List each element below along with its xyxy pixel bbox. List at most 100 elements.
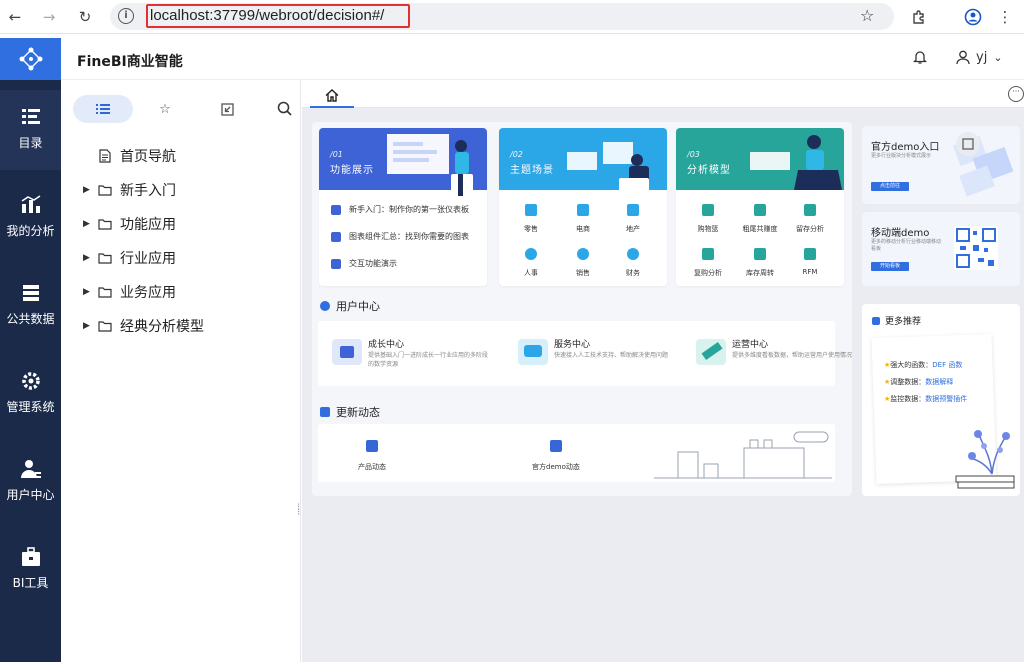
caret-right-icon[interactable]: ▶ <box>83 321 95 331</box>
tab-recent[interactable] <box>197 95 257 123</box>
model-item[interactable]: 购物篮 <box>688 204 728 234</box>
bar-chart-icon <box>754 204 766 216</box>
basket-icon <box>702 204 714 216</box>
tree-item-label: 首页导航 <box>120 149 176 165</box>
model-item[interactable]: 粗尾共赚度 <box>740 204 780 234</box>
user-menu[interactable]: yj ⌄ <box>956 50 1003 65</box>
book-icon <box>872 316 880 325</box>
tab-list[interactable] <box>73 95 133 123</box>
caret-right-icon[interactable]: ▶ <box>83 253 95 263</box>
tab-favorites[interactable]: ☆ <box>135 95 195 123</box>
uc-title: 运营中心 <box>732 340 769 350</box>
theme-item[interactable]: 地产 <box>613 204 653 234</box>
tree-item-label: 业务应用 <box>120 285 176 301</box>
demo-news-link[interactable]: 官方demo动态 <box>532 440 580 472</box>
tree-item-beginner[interactable]: ▶ 新手入门 <box>83 179 176 201</box>
building-icon <box>627 204 639 216</box>
theme-item[interactable]: 零售 <box>511 204 551 234</box>
card-link-row[interactable]: 交互功能演示 <box>331 258 397 269</box>
news-box: 产品动态 官方demo动态 <box>318 424 835 482</box>
theme-item[interactable]: 销售 <box>563 248 603 278</box>
tab-home[interactable] <box>310 84 354 108</box>
rfm-chart-icon <box>804 248 816 260</box>
reload-icon[interactable]: ↻ <box>74 6 96 28</box>
model-item[interactable]: 复购分析 <box>688 248 728 278</box>
caret-right-icon[interactable]: ▶ <box>83 185 95 195</box>
back-icon[interactable]: ← <box>4 6 26 28</box>
recommend-link[interactable]: DEF 函数 <box>932 361 962 369</box>
rail-item-bi-tools[interactable]: BI工具 <box>0 530 61 610</box>
finebi-logo-icon[interactable] <box>0 38 61 80</box>
card-number: /02 <box>510 150 523 159</box>
browser-toolbar: ← → ↻ i localhost:37799/webroot/decision… <box>0 0 1024 34</box>
mobile-demo-card[interactable]: 移动端demo 更多的移动分析行业移动端移动看板 开始看板 <box>862 212 1020 286</box>
theme-item-label: 零售 <box>524 225 538 233</box>
recommend-item[interactable]: ★监控数据：数据预警插件 <box>884 394 967 404</box>
user-center-icon <box>320 301 330 311</box>
rail-label: BI工具 <box>12 576 49 590</box>
tree-item-business[interactable]: ▶ 业务应用 <box>83 281 176 303</box>
rail-item-my-analysis[interactable]: 我的分析 <box>0 178 61 258</box>
rail-item-user-center[interactable]: 用户中心 <box>0 442 61 522</box>
model-item[interactable]: 库存周转 <box>740 248 780 278</box>
recommend-link[interactable]: 数据解释 <box>925 378 953 386</box>
theme-item[interactable]: 人事 <box>511 248 551 278</box>
cart-icon <box>577 204 589 216</box>
demo-go-button[interactable]: 点击前往 <box>871 182 909 191</box>
theme-item[interactable]: 电商 <box>563 204 603 234</box>
search-icon[interactable] <box>277 101 292 116</box>
notification-bell-icon[interactable] <box>913 50 927 65</box>
chevron-down-icon: ⌄ <box>993 51 1003 64</box>
mobile-go-button[interactable]: 开始看板 <box>871 262 909 271</box>
tree-item-label: 功能应用 <box>120 217 176 233</box>
finance-icon <box>627 248 639 260</box>
product-news-link[interactable]: 产品动态 <box>358 440 386 472</box>
recommend-link[interactable]: 数据预警插件 <box>925 395 967 403</box>
catalog-tabs: ☆ <box>73 95 292 123</box>
url-text[interactable]: localhost:37799/webroot/decision#/ <box>146 4 410 28</box>
model-item[interactable]: 留存分析 <box>790 204 830 234</box>
caret-right-icon[interactable]: ▶ <box>83 287 95 297</box>
uc-desc: 提供基础入门一进阶成长一行业应用的多阶段的数学资源 <box>368 352 489 368</box>
theme-item[interactable]: 财务 <box>613 248 653 278</box>
card-link-row[interactable]: 新手入门：制作你的第一张仪表板 <box>331 204 469 215</box>
tree-item-home-nav[interactable]: 首页导航 <box>83 145 176 167</box>
rail-item-catalog[interactable]: 目录 <box>0 90 61 170</box>
bookmark-star-icon[interactable]: ☆ <box>860 6 874 25</box>
card-link-row[interactable]: 图表组件汇总：找到你需要的图表 <box>331 231 469 242</box>
favorite-star-icon: ☆ <box>159 101 171 117</box>
catalog-panel: ☆ 首页导航 ▶ 新手入门 ▶ 功能应用 ▶ 行业应用 ▶ 业务应用 ▶ 经典分… <box>61 80 301 662</box>
official-demo-card[interactable]: 官方demo入口 更多行业版块分析模式展示 点击前往 <box>862 126 1020 204</box>
recommend-item[interactable]: ★强大的函数：DEF 函数 <box>884 360 962 370</box>
browser-menu-icon[interactable]: ⋮ <box>994 6 1016 28</box>
document-icon <box>99 149 111 163</box>
recommend-item[interactable]: ★调整数据：数据解释 <box>884 377 953 387</box>
model-card[interactable]: /03 分析模型 购物篮 粗尾共赚度 留存分析 复购分析 库存周转 RFM <box>676 128 844 286</box>
tree-item-industry[interactable]: ▶ 行业应用 <box>83 247 176 269</box>
feature-card[interactable]: /01 功能展示 新手入门：制作你的第一张仪表板 图表组件汇总：找到你需要的图表… <box>319 128 487 286</box>
app-title: FineBI商业智能 <box>77 54 183 70</box>
analysis-icon <box>21 195 40 213</box>
tree-item-classic-models[interactable]: ▶ 经典分析模型 <box>83 315 204 337</box>
tree-item-features[interactable]: ▶ 功能应用 <box>83 213 176 235</box>
profile-icon[interactable] <box>962 6 984 28</box>
card-header: /02 主题场景 <box>499 128 667 192</box>
caret-right-icon[interactable]: ▶ <box>83 219 95 229</box>
more-options-icon[interactable]: ··· <box>1008 86 1024 102</box>
user-icon <box>20 460 41 478</box>
list-icon <box>96 104 110 114</box>
side-card-title: 官方demo入口 <box>871 142 940 153</box>
folder-icon <box>98 219 112 230</box>
site-info-icon[interactable]: i <box>118 8 134 24</box>
forward-icon[interactable]: → <box>38 6 60 28</box>
model-item[interactable]: RFM <box>790 248 830 276</box>
rail-item-public-data[interactable]: 公共数据 <box>0 266 61 346</box>
panel-resize-handle[interactable]: ⁝ ⁝ <box>297 503 300 518</box>
extensions-icon[interactable] <box>908 6 930 28</box>
theme-card[interactable]: /02 主题场景 零售 电商 地产 人事 销售 财务 <box>499 128 667 286</box>
home-icon <box>325 88 339 102</box>
rail-item-management[interactable]: 管理系统 <box>0 354 61 434</box>
news-icon <box>320 407 330 417</box>
user-center-box: 成长中心 提供基础入门一进阶成长一行业应用的多阶段的数学资源 服务中心 快速接入… <box>318 321 852 386</box>
model-item-label: 粗尾共赚度 <box>742 225 778 233</box>
